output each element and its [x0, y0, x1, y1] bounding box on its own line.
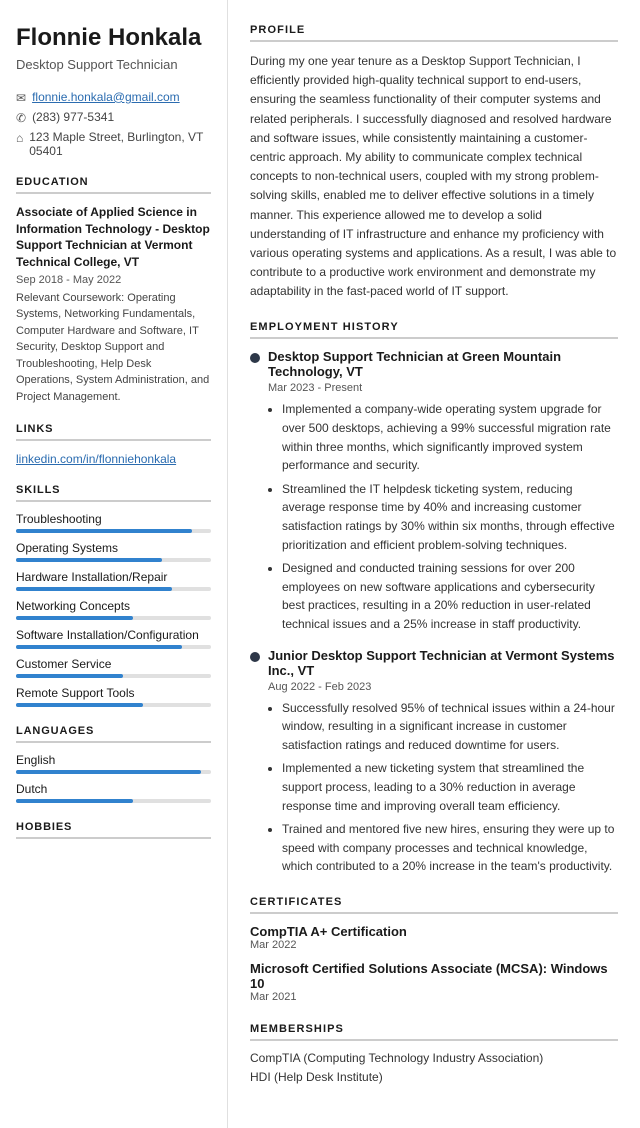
language-bar-fill: [16, 799, 133, 803]
cert-name: Microsoft Certified Solutions Associate …: [250, 961, 618, 991]
skill-bar-fill: [16, 616, 133, 620]
profile-title: PROFILE: [250, 24, 618, 42]
skill-label: Customer Service: [16, 657, 211, 671]
employment-title: EMPLOYMENT HISTORY: [250, 321, 618, 339]
skill-bar-bg: [16, 703, 211, 707]
skill-label: Troubleshooting: [16, 512, 211, 526]
skill-bar-fill: [16, 645, 182, 649]
skill-label: Software Installation/Configuration: [16, 628, 211, 642]
skill-bar-fill: [16, 558, 162, 562]
education-section: EDUCATION Associate of Applied Science i…: [16, 176, 211, 406]
profile-text: During my one year tenure as a Desktop S…: [250, 52, 618, 301]
email-icon: ✉: [16, 91, 26, 105]
skill-bar-fill: [16, 587, 172, 591]
skill-item: Networking Concepts: [16, 599, 211, 620]
skill-bar-fill: [16, 703, 143, 707]
job-header: Desktop Support Technician at Green Moun…: [250, 349, 618, 379]
cert-name: CompTIA A+ Certification: [250, 924, 618, 939]
cert-entry: Microsoft Certified Solutions Associate …: [250, 961, 618, 1003]
profile-section: PROFILE During my one year tenure as a D…: [250, 24, 618, 301]
job-bullet: Implemented a company-wide operating sys…: [282, 400, 618, 474]
skills-title: SKILLS: [16, 484, 211, 502]
skill-item: Operating Systems: [16, 541, 211, 562]
skill-bar-bg: [16, 616, 211, 620]
skill-bar-bg: [16, 645, 211, 649]
linkedin-link-item: linkedin.com/in/flonniehonkala: [16, 451, 211, 466]
skill-item: Troubleshooting: [16, 512, 211, 533]
language-bar-bg: [16, 770, 211, 774]
links-section: LINKS linkedin.com/in/flonniehonkala: [16, 423, 211, 466]
skill-item: Customer Service: [16, 657, 211, 678]
skill-bar-bg: [16, 587, 211, 591]
skill-label: Operating Systems: [16, 541, 211, 555]
skill-bar-fill: [16, 529, 192, 533]
job-bullet: Designed and conducted training sessions…: [282, 559, 618, 633]
languages-section: LANGUAGES English Dutch: [16, 725, 211, 803]
skill-bar-bg: [16, 674, 211, 678]
cert-entry: CompTIA A+ Certification Mar 2022: [250, 924, 618, 951]
job-entry: Desktop Support Technician at Green Moun…: [250, 349, 618, 633]
skill-item: Software Installation/Configuration: [16, 628, 211, 649]
membership-item: HDI (Help Desk Institute): [250, 1070, 618, 1084]
language-bar-bg: [16, 799, 211, 803]
candidate-title: Desktop Support Technician: [16, 57, 211, 72]
memberships-section: MEMBERSHIPS CompTIA (Computing Technolog…: [250, 1023, 618, 1084]
employment-section: EMPLOYMENT HISTORY Desktop Support Techn…: [250, 321, 618, 875]
languages-title: LANGUAGES: [16, 725, 211, 743]
contact-address: ⌂ 123 Maple Street, Burlington, VT 05401: [16, 130, 211, 158]
language-label: English: [16, 753, 211, 767]
job-entry: Junior Desktop Support Technician at Ver…: [250, 648, 618, 876]
education-title: EDUCATION: [16, 176, 211, 194]
language-item: English: [16, 753, 211, 774]
job-bullets: Implemented a company-wide operating sys…: [268, 400, 618, 633]
edu-degree: Associate of Applied Science in Informat…: [16, 204, 211, 271]
contact-phone: ✆ (283) 977-5341: [16, 110, 211, 125]
job-dot: [250, 652, 260, 662]
skill-bar-fill: [16, 674, 123, 678]
skills-section: SKILLS Troubleshooting Operating Systems…: [16, 484, 211, 707]
job-header: Junior Desktop Support Technician at Ver…: [250, 648, 618, 678]
linkedin-link[interactable]: linkedin.com/in/flonniehonkala: [16, 452, 176, 466]
skill-label: Hardware Installation/Repair: [16, 570, 211, 584]
location-icon: ⌂: [16, 131, 23, 145]
job-title-text: Junior Desktop Support Technician at Ver…: [268, 648, 618, 678]
job-bullet: Implemented a new ticketing system that …: [282, 759, 618, 815]
skill-label: Remote Support Tools: [16, 686, 211, 700]
job-date: Mar 2023 - Present: [268, 382, 618, 394]
job-bullet: Trained and mentored five new hires, ens…: [282, 820, 618, 876]
skill-bar-bg: [16, 529, 211, 533]
job-bullet: Streamlined the IT helpdesk ticketing sy…: [282, 480, 618, 554]
language-label: Dutch: [16, 782, 211, 796]
contact-email: ✉ flonnie.honkala@gmail.com: [16, 90, 211, 105]
cert-date: Mar 2022: [250, 939, 618, 951]
memberships-title: MEMBERSHIPS: [250, 1023, 618, 1041]
job-bullet: Successfully resolved 95% of technical i…: [282, 699, 618, 755]
candidate-name: Flonnie Honkala: [16, 24, 211, 53]
skill-item: Remote Support Tools: [16, 686, 211, 707]
skill-bar-bg: [16, 558, 211, 562]
membership-item: CompTIA (Computing Technology Industry A…: [250, 1051, 618, 1065]
skill-label: Networking Concepts: [16, 599, 211, 613]
phone-icon: ✆: [16, 111, 26, 125]
certificates-section: CERTIFICATES CompTIA A+ Certification Ma…: [250, 896, 618, 1003]
language-item: Dutch: [16, 782, 211, 803]
skill-item: Hardware Installation/Repair: [16, 570, 211, 591]
links-title: LINKS: [16, 423, 211, 441]
cert-date: Mar 2021: [250, 991, 618, 1003]
job-dot: [250, 353, 260, 363]
hobbies-section: HOBBIES: [16, 821, 211, 839]
job-bullets: Successfully resolved 95% of technical i…: [268, 699, 618, 876]
job-date: Aug 2022 - Feb 2023: [268, 681, 618, 693]
edu-date: Sep 2018 - May 2022: [16, 274, 211, 286]
hobbies-title: HOBBIES: [16, 821, 211, 839]
language-bar-fill: [16, 770, 201, 774]
job-title-text: Desktop Support Technician at Green Moun…: [268, 349, 618, 379]
edu-coursework: Relevant Coursework: Operating Systems, …: [16, 290, 211, 406]
email-link[interactable]: flonnie.honkala@gmail.com: [32, 90, 180, 104]
